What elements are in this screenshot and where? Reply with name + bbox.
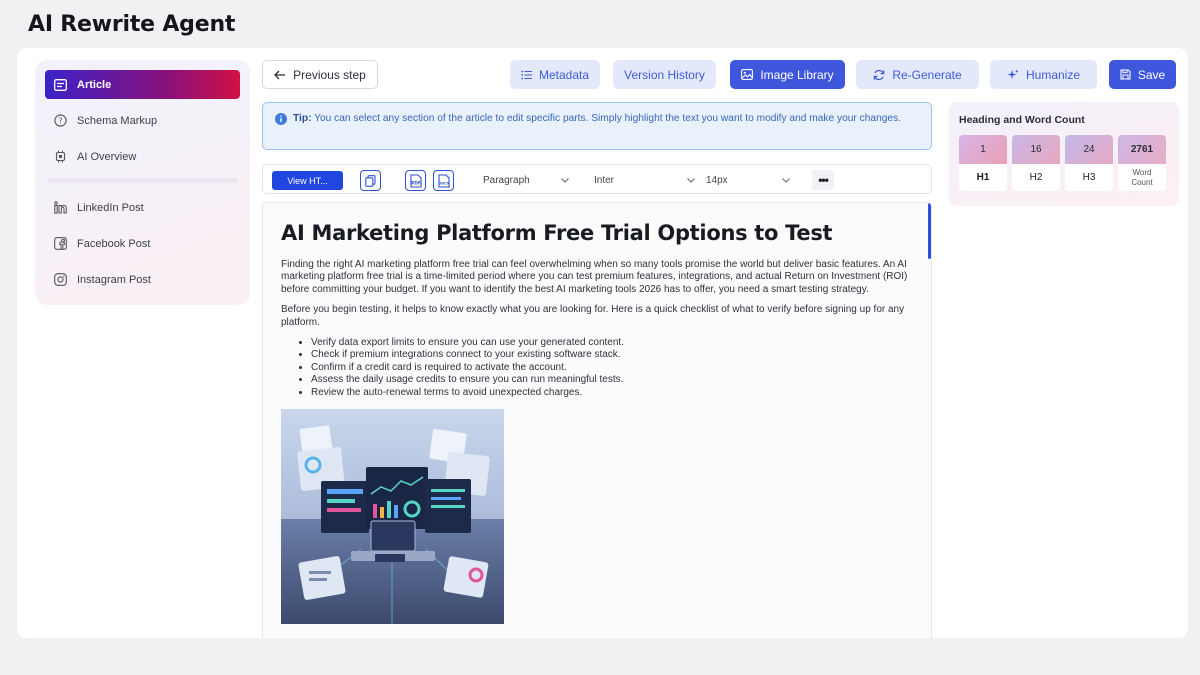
info-icon — [275, 113, 287, 130]
regenerate-button[interactable]: Re-Generate — [856, 60, 979, 89]
stat-word-count: 2761 Word Count — [1118, 135, 1166, 191]
previous-step-label: Previous step — [293, 67, 366, 82]
refresh-icon — [873, 69, 885, 81]
font-family-value: Inter — [594, 174, 615, 186]
sidebar-item-linkedin-post[interactable]: LinkedIn Post — [45, 193, 240, 222]
app-title: AI Rewrite Agent — [28, 12, 236, 37]
copy-icon[interactable] — [360, 170, 381, 191]
sidebar-item-label: Instagram Post — [77, 273, 151, 286]
stat-h3: 24 H3 — [1065, 135, 1113, 191]
scrollbar-thumb[interactable] — [928, 203, 931, 259]
humanize-button[interactable]: Humanize — [990, 60, 1097, 89]
article-paragraph[interactable]: Finding the right AI marketing platform … — [281, 259, 921, 296]
metadata-button[interactable]: Metadata — [510, 60, 600, 89]
stat-h1: 1 H1 — [959, 135, 1007, 191]
version-history-button[interactable]: Version History — [613, 60, 716, 89]
article-paragraph[interactable]: Before you begin testing, it helps to kn… — [281, 304, 921, 329]
main-card: Article ? Schema Markup AI Overview Link… — [17, 48, 1188, 638]
article-image[interactable] — [281, 409, 504, 625]
stat-label: Word Count — [1118, 164, 1166, 191]
list-icon — [521, 70, 532, 80]
tip-label: Tip: — [293, 113, 312, 124]
chevron-down-icon — [561, 175, 569, 186]
sidebar-item-instagram-post[interactable]: Instagram Post — [45, 265, 240, 294]
list-item[interactable]: Check if premium integrations connect to… — [311, 349, 913, 361]
sidebar-item-label: Facebook Post — [77, 237, 151, 250]
instagram-icon — [53, 273, 67, 287]
chip-icon — [53, 150, 67, 164]
font-size-select[interactable]: 14px — [706, 171, 790, 189]
sidebar-item-label: Schema Markup — [77, 114, 158, 127]
linkedin-icon — [53, 201, 67, 215]
stat-label: H1 — [959, 164, 1007, 191]
heading-word-count-panel: Heading and Word Count 1 H1 16 H2 24 H3 … — [949, 102, 1179, 206]
facebook-icon — [53, 237, 67, 251]
previous-step-button[interactable]: Previous step — [262, 60, 378, 89]
arrow-left-icon — [274, 70, 286, 80]
sidebar-item-schema-markup[interactable]: ? Schema Markup — [45, 106, 240, 135]
sidebar: Article ? Schema Markup AI Overview Link… — [35, 60, 250, 305]
list-item[interactable]: Assess the daily usage credits to ensure… — [311, 374, 913, 386]
tip-banner: Tip: You can select any section of the a… — [262, 102, 932, 150]
pdf-download-icon[interactable]: PDF — [405, 170, 426, 191]
checklist: Verify data export limits to ensure you … — [311, 337, 913, 399]
sidebar-divider — [47, 178, 238, 183]
save-button[interactable]: Save — [1109, 60, 1176, 89]
sidebar-item-label: Article — [77, 78, 112, 91]
stat-label: H2 — [1012, 164, 1060, 191]
chevron-down-icon — [782, 175, 790, 186]
article-editor[interactable]: AI Marketing Platform Free Trial Options… — [262, 202, 932, 638]
view-html-button[interactable]: View HT... — [272, 171, 343, 190]
editor-toolbar: View HT... PDF DOCX Paragraph Inter 14px… — [262, 164, 932, 194]
save-icon — [1120, 69, 1131, 80]
sidebar-item-facebook-post[interactable]: Facebook Post — [45, 229, 240, 258]
list-item[interactable]: Review the auto-renewal terms to avoid u… — [311, 387, 913, 399]
font-family-select[interactable]: Inter — [594, 171, 695, 189]
block-type-select[interactable]: Paragraph — [483, 171, 569, 189]
list-item[interactable]: Confirm if a credit card is required to … — [311, 362, 913, 374]
svg-text:?: ? — [58, 116, 62, 125]
save-label: Save — [1137, 67, 1166, 82]
stats-row: 1 H1 16 H2 24 H3 2761 Word Count — [959, 135, 1169, 191]
block-type-value: Paragraph — [483, 174, 530, 186]
stats-title: Heading and Word Count — [959, 114, 1085, 126]
tip-text: You can select any section of the articl… — [311, 113, 902, 124]
metadata-label: Metadata — [538, 67, 590, 82]
list-item[interactable]: Verify data export limits to ensure you … — [311, 337, 913, 349]
image-library-button[interactable]: Image Library — [730, 60, 845, 89]
chevron-down-icon — [687, 175, 695, 186]
help-circle-icon: ? — [53, 114, 67, 128]
svg-text:PDF: PDF — [411, 180, 421, 185]
more-options-button[interactable]: ••• — [812, 170, 834, 190]
stat-label: H3 — [1065, 164, 1113, 191]
version-history-label: Version History — [624, 67, 705, 82]
sidebar-item-ai-overview[interactable]: AI Overview — [45, 142, 240, 171]
article-icon — [53, 78, 67, 92]
stat-value: 24 — [1065, 135, 1113, 164]
sidebar-item-article[interactable]: Article — [45, 70, 240, 99]
image-icon — [741, 69, 754, 80]
sparkle-icon — [1007, 69, 1019, 81]
regenerate-label: Re-Generate — [892, 67, 962, 82]
image-library-label: Image Library — [760, 67, 834, 82]
stat-h2: 16 H2 — [1012, 135, 1060, 191]
sidebar-item-label: AI Overview — [77, 150, 137, 163]
stat-value: 16 — [1012, 135, 1060, 164]
docx-download-icon[interactable]: DOCX — [433, 170, 454, 191]
sidebar-item-label: LinkedIn Post — [77, 201, 144, 214]
article-title[interactable]: AI Marketing Platform Free Trial Options… — [281, 221, 913, 245]
stat-value: 2761 — [1118, 135, 1166, 164]
stat-value: 1 — [959, 135, 1007, 164]
font-size-value: 14px — [706, 174, 728, 186]
svg-text:DOCX: DOCX — [438, 181, 449, 185]
humanize-label: Humanize — [1025, 67, 1081, 82]
